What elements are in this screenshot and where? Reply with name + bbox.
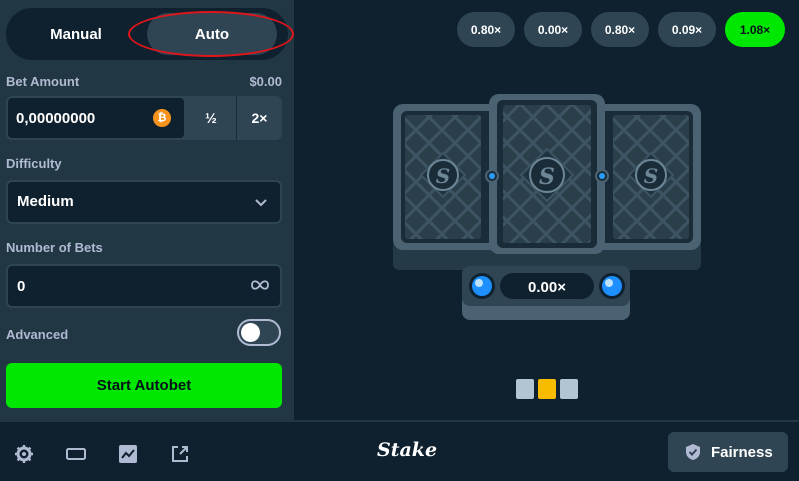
- fairness-button[interactable]: Fairness: [668, 432, 788, 472]
- multiplier-display: 0.00×: [528, 279, 566, 296]
- shield-check-icon: [686, 444, 700, 460]
- svg-text:S: S: [436, 164, 450, 188]
- theatre-mode-icon[interactable]: [66, 444, 86, 464]
- fairness-label: Fairness: [711, 444, 773, 461]
- stats-icon[interactable]: [118, 444, 138, 464]
- svg-text:S: S: [644, 164, 658, 188]
- popout-icon[interactable]: [170, 444, 190, 464]
- progress-dot-active: [538, 379, 556, 399]
- footer-bar: Stake Fairness: [0, 420, 799, 481]
- stake-logo: Stake: [377, 439, 438, 461]
- progress-dot: [516, 379, 534, 399]
- gear-icon[interactable]: [14, 444, 34, 464]
- progress-dot: [560, 379, 578, 399]
- slot-machine: S S S 0.00×: [393, 94, 701, 320]
- svg-text:S: S: [539, 164, 555, 190]
